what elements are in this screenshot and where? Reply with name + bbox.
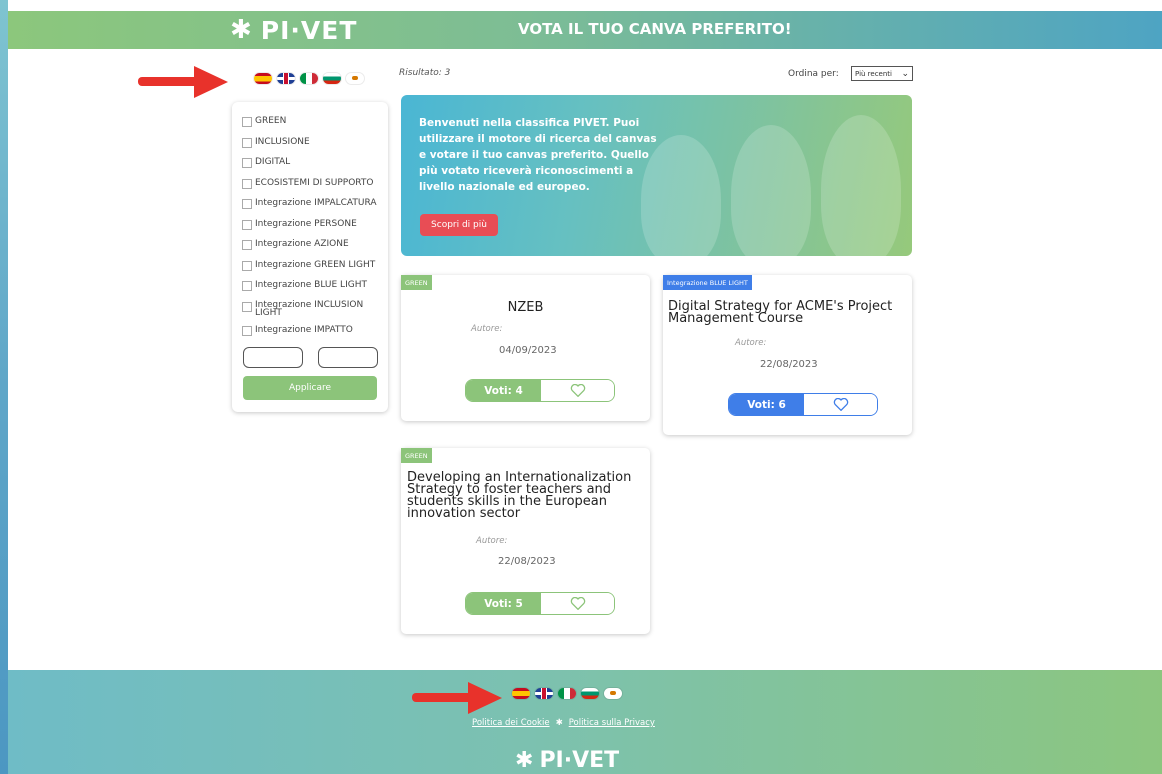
header-bar: ✱ PI·VET VOTA IL TUO CANVA PREFERITO! [8,11,1162,49]
card-date: 04/09/2023 [499,345,557,356]
checkbox[interactable] [242,219,252,230]
vote-widget: Voti: 6 [728,393,878,416]
filter-item[interactable]: Integrazione AZIONE [242,239,377,260]
language-flags-top [254,73,364,84]
range-max-input[interactable] [318,347,378,368]
language-flags-footer [512,688,622,699]
result-count: Risultato: 3 [399,68,451,78]
filter-item[interactable]: Integrazione IMPALCATURA [242,198,377,219]
checkbox[interactable] [242,325,252,336]
asterisk-icon: ✱ [555,718,563,728]
footer-logo-text: PI·VET [539,748,620,773]
card-author: Autore: [471,324,503,334]
card-title: NZEB [507,300,544,315]
learn-more-button[interactable]: Scopri di più [420,214,498,236]
canvas-card: GREEN Developing an Internationalization… [401,448,650,634]
vote-button[interactable] [804,394,877,415]
red-arrow-icon [412,682,502,714]
apply-button[interactable]: Applicare [243,376,377,400]
card-author: Autore: [735,338,767,348]
card-date: 22/08/2023 [760,359,818,370]
header-logo[interactable]: ✱ PI·VET [230,15,357,45]
vote-button[interactable] [541,380,614,401]
filter-item[interactable]: GREEN [242,116,377,137]
filter-item[interactable]: Integrazione INCLUSION LIGHT [242,300,372,325]
welcome-banner: Benvenuti nella classifica PIVET. Puoi u… [401,95,912,256]
filter-item[interactable]: DIGITAL [242,157,377,178]
sort-select[interactable]: Più recenti ⌄ [851,66,913,81]
card-author: Autore: [476,536,508,546]
privacy-policy-link[interactable]: Politica sulla Privacy [569,718,655,728]
italy-flag-icon[interactable] [558,688,576,699]
range-min-input[interactable] [243,347,303,368]
cyprus-flag-icon[interactable] [604,688,622,699]
asterisk-icon: ✱ [230,15,253,45]
person-silhouette [731,125,811,256]
vote-button[interactable] [541,593,614,614]
asterisk-icon: ✱ [515,748,534,773]
card-title: Digital Strategy for ACME's Project Mana… [668,299,893,326]
filter-item[interactable]: INCLUSIONE [242,137,377,158]
checkbox[interactable] [242,281,252,291]
cookie-policy-link[interactable]: Politica dei Cookie [472,718,550,728]
filter-list: GREEN INCLUSIONE DIGITAL ECOSISTEMI DI S… [242,116,377,345]
filter-item[interactable]: Integrazione GREEN LIGHT [242,260,377,281]
person-silhouette [821,115,901,256]
card-title: Developing an Internationalization Strat… [407,470,632,521]
page-title: VOTA IL TUO CANVA PREFERITO! [518,20,792,38]
vote-widget: Voti: 5 [465,592,615,615]
category-tag: Integrazione BLUE LIGHT [663,275,752,290]
uk-flag-icon[interactable] [277,73,295,84]
filter-item[interactable]: ECOSISTEMI DI SUPPORTO [242,178,377,199]
bulgaria-flag-icon[interactable] [581,688,599,699]
banner-text: Benvenuti nella classifica PIVET. Puoi u… [419,117,657,193]
vote-count: Voti: 5 [466,593,541,614]
filter-item[interactable]: Integrazione BLUE LIGHT [242,280,377,301]
chevron-down-icon: ⌄ [901,68,909,79]
left-edge-strip [0,0,8,774]
bulgaria-flag-icon[interactable] [323,73,341,84]
category-tag: GREEN [401,275,432,290]
heart-icon [833,398,848,411]
spain-flag-icon[interactable] [512,688,530,699]
checkbox[interactable] [242,178,252,189]
checkbox[interactable] [242,240,252,250]
checkbox[interactable] [242,117,252,127]
italy-flag-icon[interactable] [300,73,318,84]
heart-icon [570,384,585,397]
sort-selected-value: Più recenti [855,69,892,78]
checkbox[interactable] [242,199,252,209]
category-tag: GREEN [401,448,432,463]
sort-label: Ordina per: [788,69,839,79]
filter-item[interactable]: Integrazione PERSONE [242,219,377,240]
heart-icon [570,597,585,610]
vote-count: Voti: 6 [729,394,804,415]
vote-count: Voti: 4 [466,380,541,401]
vote-widget: Voti: 4 [465,379,615,402]
spain-flag-icon[interactable] [254,73,272,84]
checkbox[interactable] [242,260,252,271]
cyprus-flag-icon[interactable] [346,73,364,84]
footer-links: Politica dei Cookie ✱ Politica sulla Pri… [472,718,655,728]
red-arrow-icon [138,66,228,98]
header-logo-text: PI·VET [260,15,358,45]
checkbox[interactable] [242,158,252,168]
canvas-card: GREEN NZEB Autore: 04/09/2023 Voti: 4 [401,275,650,421]
canvas-card: Integrazione BLUE LIGHT Digital Strategy… [663,275,912,435]
checkbox[interactable] [242,137,252,148]
filter-item[interactable]: Integrazione IMPATTO [242,325,377,346]
card-date: 22/08/2023 [498,556,556,567]
uk-flag-icon[interactable] [535,688,553,699]
footer-logo[interactable]: ✱ PI·VET [515,748,619,773]
checkbox[interactable] [242,301,252,312]
